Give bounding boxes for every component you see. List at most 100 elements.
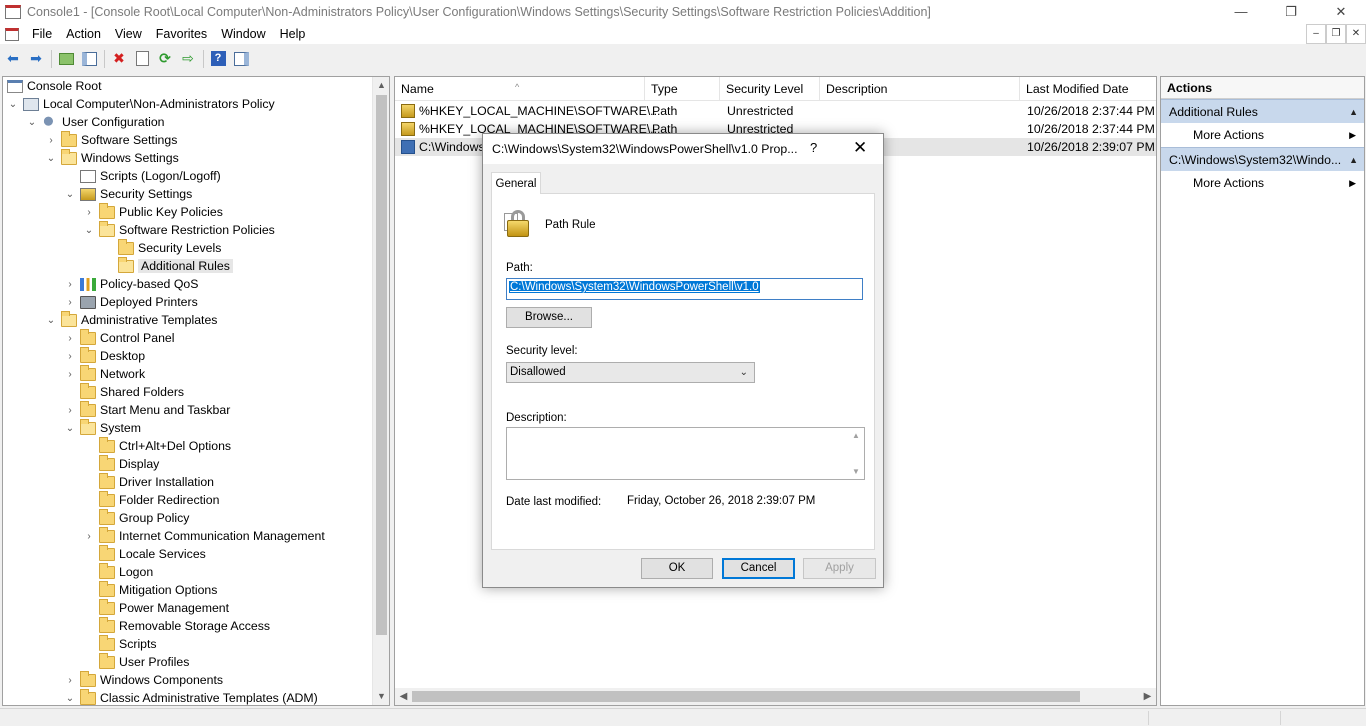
tree-vertical-scrollbar[interactable]: ▲ ▼ [372,77,389,705]
collapsed-chevron-icon[interactable]: › [64,333,76,344]
tree-item-policy-based-qos[interactable]: › Policy-based QoS [64,275,198,293]
scroll-up-icon[interactable]: ▲ [852,431,860,440]
tree-item-security-settings[interactable]: ⌄ Security Settings [64,185,192,203]
maximize-button[interactable]: ❐ [1266,0,1316,24]
table-row[interactable]: %HKEY_LOCAL_MACHINE\SOFTWARE\... Path Un… [395,102,1156,120]
tree-item-locale-services[interactable]: Locale Services [83,544,206,563]
tree-item-user-configuration[interactable]: ⌄ User Configuration [26,113,165,131]
help-icon[interactable]: ? [810,140,817,155]
tree-item-desktop[interactable]: › Desktop [64,346,145,365]
tree-item-removable-storage-access[interactable]: Removable Storage Access [83,616,270,635]
expanded-chevron-icon[interactable]: ⌄ [45,153,57,164]
tree-item-folder-redirection[interactable]: Folder Redirection [83,490,219,509]
tree-item-network[interactable]: › Network [64,364,145,383]
close-icon[interactable]: ✕ [853,138,867,158]
tree-item-ctrl-alt-del-options[interactable]: Ctrl+Alt+Del Options [83,436,231,455]
description-field[interactable]: ▲ ▼ [506,427,865,480]
description-scrollbar[interactable]: ▲ ▼ [848,428,864,479]
menu-favorites[interactable]: Favorites [149,24,214,44]
tree-item-classic-administrative-templates[interactable]: ⌄ Classic Administrative Templates (ADM) [64,688,318,705]
mmc-app-icon[interactable] [5,5,21,19]
tree-item-logon[interactable]: Logon [83,562,153,581]
console-tree[interactable]: Console Root ⌄ Local Computer\Non-Admini… [2,76,390,706]
tree-item-scripts[interactable]: Scripts [83,634,157,653]
actions-section-additional-rules[interactable]: Additional Rules ▲ [1161,99,1364,123]
tree-item-shared-folders[interactable]: Shared Folders [64,382,184,401]
mdi-restore-button[interactable]: ❐ [1326,24,1346,44]
list-horizontal-scrollbar[interactable]: ◀ ▶ [395,688,1156,705]
tree-item-internet-communication-management[interactable]: › Internet Communication Management [83,526,325,545]
tree-item-start-menu-and-taskbar[interactable]: › Start Menu and Taskbar [64,400,230,419]
back-arrow-icon[interactable]: ⬅ [3,49,23,69]
close-window-button[interactable]: ✕ [1316,0,1366,24]
expanded-chevron-icon[interactable]: ⌄ [83,225,95,236]
refresh-icon[interactable]: ⟳ [155,49,175,69]
column-header-type[interactable]: Type [645,77,720,101]
tree-item-control-panel[interactable]: › Control Panel [64,328,175,347]
tree-item-additional-rules[interactable]: Additional Rules [102,256,233,275]
collapse-icon[interactable]: ▲ [1349,148,1358,171]
mdi-minimize-button[interactable]: – [1306,24,1326,44]
apply-button[interactable]: Apply [803,558,876,579]
up-folder-icon[interactable] [56,49,76,69]
tree-item-windows-components[interactable]: › Windows Components [64,670,223,689]
scroll-down-icon[interactable]: ▼ [852,467,860,476]
scroll-left-icon[interactable]: ◀ [395,688,412,705]
collapse-icon[interactable]: ▲ [1349,100,1358,123]
browse-button[interactable]: Browse... [506,307,592,328]
expanded-chevron-icon[interactable]: ⌄ [45,315,57,326]
collapsed-chevron-icon[interactable]: › [64,369,76,380]
tree-item-display[interactable]: Display [83,454,159,473]
expanded-chevron-icon[interactable]: ⌄ [64,189,76,200]
collapsed-chevron-icon[interactable]: › [64,405,76,416]
properties-icon[interactable] [132,49,152,69]
tree-item-deployed-printers[interactable]: › Deployed Printers [64,293,197,311]
collapsed-chevron-icon[interactable]: › [64,351,76,362]
tree-item-public-key-policies[interactable]: › Public Key Policies [83,202,223,221]
menu-view[interactable]: View [108,24,149,44]
tree-item-system[interactable]: ⌄ System [64,418,141,437]
menu-action[interactable]: Action [59,24,108,44]
column-header-security-level[interactable]: Security Level [720,77,820,101]
tree-item-user-profiles[interactable]: User Profiles [83,652,189,671]
console-menu-icon[interactable] [5,27,19,41]
tree-item-administrative-templates[interactable]: ⌄ Administrative Templates [45,310,217,329]
forward-arrow-icon[interactable]: ➡ [26,49,46,69]
collapsed-chevron-icon[interactable]: › [64,297,76,308]
collapsed-chevron-icon[interactable]: › [83,531,95,542]
scroll-down-icon[interactable]: ▼ [373,688,389,705]
expanded-chevron-icon[interactable]: ⌄ [7,99,19,110]
column-header-last-modified[interactable]: Last Modified Date [1020,77,1156,101]
scroll-up-icon[interactable]: ▲ [373,77,389,94]
tree-item-security-levels[interactable]: Security Levels [102,238,221,257]
menu-window[interactable]: Window [214,24,272,44]
tree-item-software-settings[interactable]: › Software Settings [45,130,177,149]
expanded-chevron-icon[interactable]: ⌄ [64,423,76,434]
path-field[interactable]: C:\Windows\System32\WindowsPowerShell\v1… [506,278,863,300]
more-actions-item[interactable]: More Actions ▶ [1161,171,1364,195]
column-header-description[interactable]: Description [820,77,1020,101]
tree-item-power-management[interactable]: Power Management [83,598,229,617]
tree-item-scripts-logon-logoff[interactable]: Scripts (Logon/Logoff) [64,167,221,185]
cancel-button[interactable]: Cancel [722,558,795,579]
minimize-button[interactable]: — [1216,0,1266,24]
scrollbar-thumb[interactable] [412,691,1080,702]
show-hide-tree-icon[interactable] [79,49,99,69]
ok-button[interactable]: OK [641,558,713,579]
tree-item-console-root[interactable]: Console Root [7,77,102,95]
mdi-close-button[interactable]: ✕ [1346,24,1366,44]
security-level-dropdown[interactable]: Disallowed ⌄ [506,362,755,383]
scrollbar-thumb[interactable] [376,95,387,635]
menu-file[interactable]: File [25,24,59,44]
menu-help[interactable]: Help [273,24,313,44]
tree-item-mitigation-options[interactable]: Mitigation Options [83,580,217,599]
scroll-right-icon[interactable]: ▶ [1139,688,1156,705]
help-icon[interactable]: ? [208,49,228,69]
collapsed-chevron-icon[interactable]: › [45,135,57,146]
show-hide-action-pane-icon[interactable] [231,49,251,69]
column-header-name[interactable]: Name ^ [395,77,645,101]
collapsed-chevron-icon[interactable]: › [64,279,76,290]
tree-item-local-computer-policy[interactable]: ⌄ Local Computer\Non-Administrators Poli… [7,95,275,113]
tree-item-group-policy[interactable]: Group Policy [83,508,189,527]
tab-general[interactable]: General [491,172,541,194]
